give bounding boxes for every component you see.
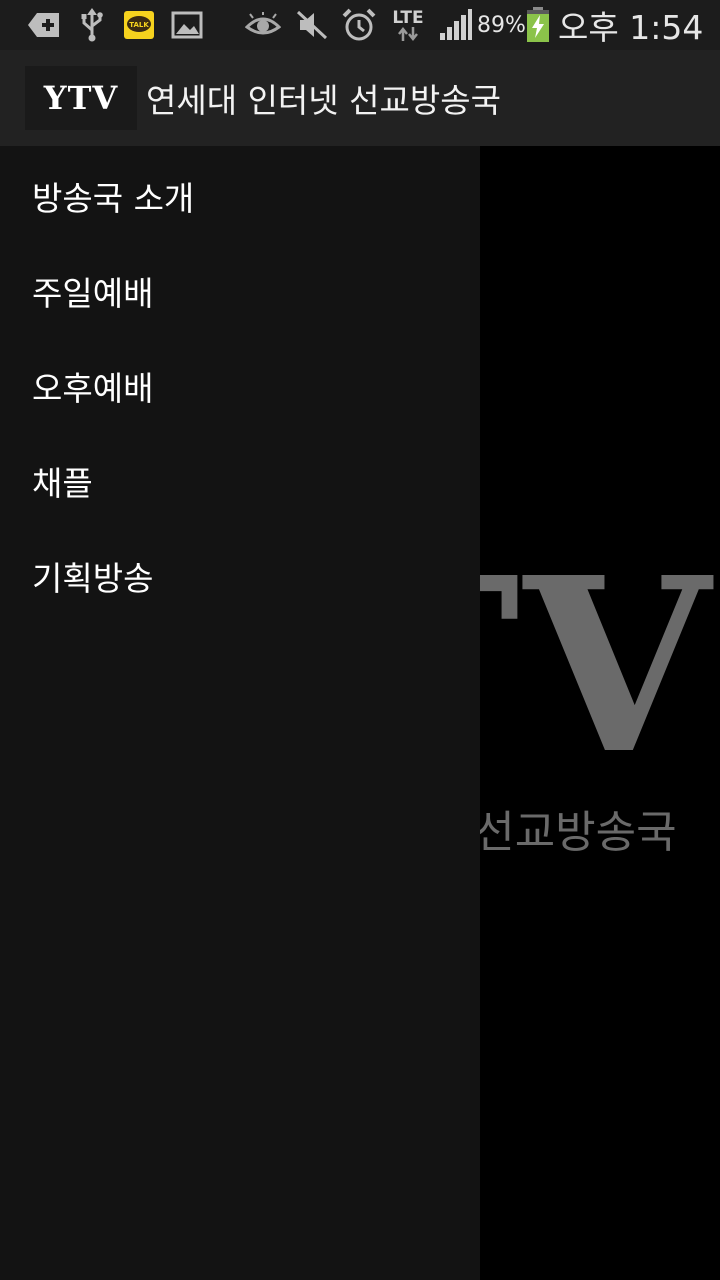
action-bar: YTV 연세대 인터넷 선교방송국	[0, 50, 720, 147]
alarm-icon	[340, 0, 378, 50]
app-screen: TALK LTE 89% 오후 1:54 YTV 연세대 인터넷 선교방송국 선…	[0, 0, 720, 1280]
signal-icon	[436, 0, 474, 50]
eye-icon	[244, 0, 282, 50]
app-logo[interactable]: YTV	[25, 66, 137, 130]
drawer-item-sunday-service[interactable]: 주일예배	[0, 243, 480, 338]
battery-percent: 89%	[477, 12, 526, 38]
navigation-drawer: 방송국 소개 주일예배 오후예배 채플 기획방송	[0, 146, 480, 1280]
gallery-icon	[170, 0, 204, 50]
status-time: 오후 1:54	[558, 8, 704, 47]
drawer-item-special-broadcast[interactable]: 기획방송	[0, 528, 480, 623]
mute-icon	[294, 0, 330, 50]
drawer-item-afternoon-service[interactable]: 오후예배	[0, 338, 480, 433]
network-type-label: LTE	[392, 8, 424, 28]
usb-icon	[78, 0, 106, 50]
drawer-item-about[interactable]: 방송국 소개	[0, 148, 480, 243]
lte-icon: LTE	[388, 0, 428, 50]
kakaotalk-icon: TALK	[122, 0, 156, 50]
sim-add-icon	[26, 0, 62, 50]
app-title: 연세대 인터넷 선교방송국	[146, 81, 501, 120]
status-bar: TALK LTE 89% 오후 1:54	[0, 0, 720, 50]
battery-charging-icon	[524, 0, 552, 50]
drawer-item-chapel[interactable]: 채플	[0, 433, 480, 528]
svg-text:TALK: TALK	[129, 21, 149, 29]
